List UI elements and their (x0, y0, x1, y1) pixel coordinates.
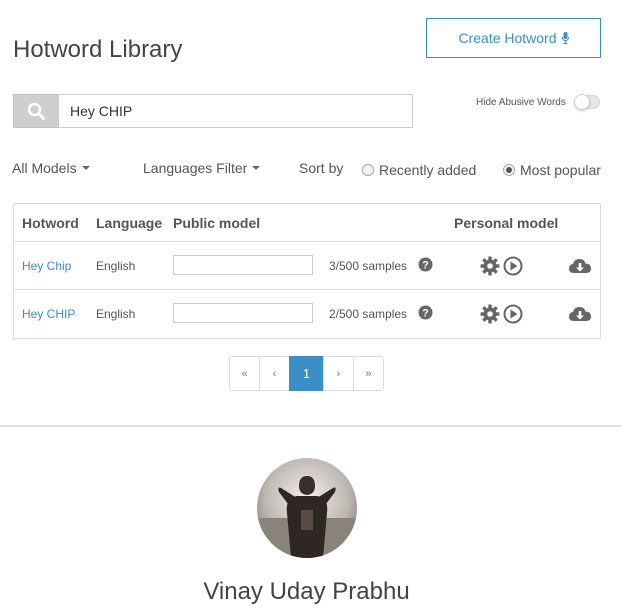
page-title: Hotword Library (13, 36, 183, 63)
question-circle-icon[interactable]: ? (418, 305, 433, 320)
avatar-image (257, 458, 357, 558)
cloud-download-icon[interactable] (568, 304, 592, 324)
table-header: Hotword Language Public model Personal m… (14, 204, 600, 242)
avatar (257, 458, 357, 558)
section-divider (0, 425, 621, 427)
cloud-download-icon[interactable] (568, 256, 592, 276)
radio-checked-icon (503, 164, 515, 176)
languages-dropdown[interactable]: Languages Filter (143, 160, 261, 176)
caret-down-icon (81, 166, 90, 170)
search-input[interactable] (58, 94, 413, 128)
question-circle-icon[interactable]: ? (418, 257, 433, 272)
search-bar (13, 94, 413, 128)
search-button[interactable] (13, 94, 58, 128)
microphone-icon (561, 32, 569, 44)
samples-progress-bar (173, 303, 313, 323)
page-prev-button[interactable]: ‹ (259, 356, 290, 391)
page-last-button[interactable]: » (353, 356, 384, 391)
play-circle-icon[interactable] (503, 256, 523, 276)
sort-recently-added-label: Recently added (379, 162, 477, 178)
table-row: Hey CHIP English 2/500 samples ? (14, 290, 600, 338)
sort-by-label: Sort by (299, 160, 343, 176)
models-dropdown[interactable]: All Models (12, 160, 90, 176)
sort-most-popular-label: Most popular (520, 162, 601, 178)
column-header-personal-model: Personal model (454, 215, 559, 231)
languages-dropdown-label: Languages Filter (143, 160, 248, 176)
svg-text:?: ? (422, 308, 429, 320)
column-header-hotword: Hotword (22, 215, 79, 231)
page-next-button[interactable]: › (323, 356, 354, 391)
page-current-button[interactable]: 1 (289, 356, 324, 391)
create-hotword-button[interactable]: Create Hotword (426, 18, 601, 58)
pagination: « ‹ 1 › » (229, 356, 384, 391)
create-hotword-label: Create Hotword (458, 30, 557, 46)
radio-unchecked-icon (362, 164, 374, 176)
sort-recently-added-radio[interactable]: Recently added (362, 162, 476, 178)
filter-bar: All Models Languages Filter Sort by Rece… (0, 160, 621, 180)
language-cell: English (96, 307, 136, 321)
language-cell: English (96, 259, 136, 273)
hide-abusive-words-control: Hide Abusive Words (476, 94, 600, 110)
column-header-language: Language (96, 215, 163, 231)
samples-progress-bar (173, 255, 313, 275)
search-icon (27, 102, 45, 120)
svg-text:?: ? (422, 260, 429, 272)
gear-icon[interactable] (480, 256, 500, 276)
hotword-link[interactable]: Hey Chip (22, 259, 71, 273)
play-circle-icon[interactable] (503, 304, 523, 324)
hide-abusive-words-toggle[interactable] (573, 94, 600, 110)
hotword-table: Hotword Language Public model Personal m… (13, 203, 601, 339)
models-dropdown-label: All Models (12, 160, 77, 176)
toggle-knob (573, 94, 590, 110)
column-header-public-model: Public model (173, 215, 261, 231)
sort-by-text: Sort by (299, 160, 344, 176)
page-first-button[interactable]: « (229, 356, 260, 391)
sort-most-popular-radio[interactable]: Most popular (503, 162, 601, 178)
table-row: Hey Chip English 3/500 samples ? (14, 242, 600, 290)
samples-count: 2/500 samples (329, 307, 408, 321)
gear-icon[interactable] (480, 304, 500, 324)
caret-down-icon (252, 166, 261, 170)
samples-count: 3/500 samples (329, 259, 408, 273)
profile-name: Vinay Uday Prabhu (203, 578, 410, 605)
hide-abusive-words-label: Hide Abusive Words (476, 96, 566, 108)
hotword-link[interactable]: Hey CHIP (22, 307, 75, 321)
